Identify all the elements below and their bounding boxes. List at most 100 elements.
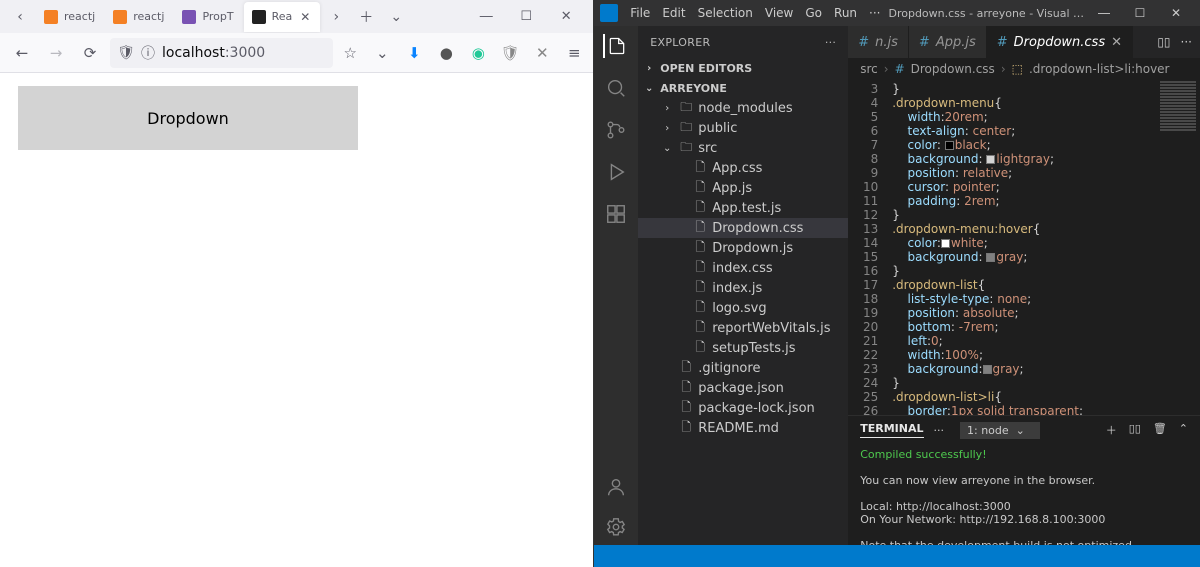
- file-item[interactable]: 🗋Dropdown.js: [638, 238, 848, 258]
- account-icon[interactable]: [604, 475, 628, 499]
- favicon-icon: [44, 10, 58, 24]
- editor-tabs: #n.js#App.js#Dropdown.css✕ ▯▯ ···: [848, 26, 1200, 58]
- terminal-kill-icon[interactable]: 🗑: [1153, 422, 1167, 438]
- ext-icon-3[interactable]: ✕: [531, 42, 553, 64]
- favicon-icon: [113, 10, 127, 24]
- browser-tab[interactable]: Rea✕: [244, 2, 321, 32]
- browser-maximize[interactable]: ☐: [513, 4, 539, 30]
- tree-label: App.test.js: [712, 201, 781, 216]
- project-root[interactable]: ⌄ARREYONE: [638, 78, 848, 98]
- vscode-close[interactable]: ✕: [1158, 0, 1194, 26]
- file-icon: 🗋: [692, 178, 708, 199]
- file-icon: 🗋: [692, 218, 708, 239]
- tree-label: node_modules: [698, 101, 792, 116]
- tab-nav-back[interactable]: ‹: [6, 3, 34, 31]
- pocket-icon[interactable]: ⌄: [371, 42, 393, 64]
- editor-tab[interactable]: #Dropdown.css✕: [987, 26, 1133, 58]
- close-icon[interactable]: ✕: [298, 10, 312, 24]
- tab-all[interactable]: ⌄: [382, 3, 410, 31]
- menu-item[interactable]: File: [624, 6, 656, 20]
- file-item[interactable]: 🗋index.js: [638, 278, 848, 298]
- browser-tab[interactable]: reactj: [36, 2, 103, 32]
- explorer-icon[interactable]: [603, 34, 627, 58]
- address-bar[interactable]: 🛡 ⓘ localhost:3000: [110, 38, 333, 68]
- menu-item[interactable]: Edit: [656, 6, 691, 20]
- panel-maximize-icon[interactable]: ⌃: [1179, 422, 1188, 438]
- browser-tab[interactable]: reactj: [105, 2, 172, 32]
- nav-forward[interactable]: →: [42, 39, 70, 67]
- file-item[interactable]: 🗋setupTests.js: [638, 338, 848, 358]
- browser-minimize[interactable]: ―: [473, 4, 499, 30]
- folder-item[interactable]: ⌄🗀src: [638, 138, 848, 158]
- run-debug-icon[interactable]: [604, 160, 628, 184]
- editor-tab[interactable]: #App.js: [909, 26, 987, 58]
- file-item[interactable]: 🗋 App.js: [638, 178, 848, 198]
- status-bar[interactable]: [594, 545, 1200, 567]
- file-icon: 🗋: [692, 258, 708, 279]
- file-item[interactable]: 🗋App.test.js: [638, 198, 848, 218]
- browser-toolbar: ← → ⟳ 🛡 ⓘ localhost:3000 ☆ ⌄ ⬇ ● ◉ 🛡 ✕ ≡: [0, 33, 593, 73]
- tracker-icon[interactable]: ●: [435, 42, 457, 64]
- file-item[interactable]: 🗋package.json: [638, 378, 848, 398]
- menu-item[interactable]: Go: [799, 6, 828, 20]
- terminal-output[interactable]: Compiled successfully! You can now view …: [848, 444, 1200, 545]
- file-item[interactable]: 🗋 index.css: [638, 258, 848, 278]
- file-item[interactable]: 🗋reportWebVitals.js: [638, 318, 848, 338]
- browser-close[interactable]: ✕: [553, 4, 579, 30]
- minimap[interactable]: [1156, 80, 1200, 415]
- folder-item[interactable]: ›🗀public: [638, 118, 848, 138]
- tree-label: App.js: [712, 181, 752, 196]
- search-icon[interactable]: [604, 76, 628, 100]
- breadcrumb[interactable]: src› #Dropdown.css› ⬚.dropdown-list>li:h…: [848, 58, 1200, 80]
- file-item[interactable]: 🗋 Dropdown.css: [638, 218, 848, 238]
- menu-item[interactable]: ···: [863, 6, 886, 20]
- terminal-dropdown[interactable]: 1: node ⌄: [960, 422, 1040, 439]
- file-item[interactable]: 🗋.gitignore: [638, 358, 848, 378]
- menu-icon[interactable]: ≡: [563, 42, 585, 64]
- menu-item[interactable]: Run: [828, 6, 863, 20]
- folder-item[interactable]: ›🗀node_modules: [638, 98, 848, 118]
- file-item[interactable]: 🗋App.css: [638, 158, 848, 178]
- vscode-minimize[interactable]: ―: [1086, 0, 1122, 26]
- download-icon[interactable]: ⬇: [403, 42, 425, 64]
- tree-label: src: [698, 141, 717, 156]
- file-item[interactable]: 🗋logo.svg: [638, 298, 848, 318]
- tree-label: Dropdown.css: [712, 221, 803, 236]
- split-editor-icon[interactable]: ▯▯: [1157, 35, 1170, 49]
- terminal-split-icon[interactable]: ▯▯: [1129, 422, 1141, 438]
- open-editors-section[interactable]: ›OPEN EDITORS: [638, 58, 848, 78]
- terminal-tab[interactable]: TERMINAL: [860, 422, 923, 438]
- tab-nav-forward[interactable]: ›: [322, 3, 350, 31]
- tree-label: Dropdown.js: [712, 241, 793, 256]
- terminal-new-icon[interactable]: ＋: [1106, 422, 1117, 438]
- tree-label: package.json: [698, 381, 784, 396]
- browser-tab[interactable]: PropT: [174, 2, 241, 32]
- tree-label: package-lock.json: [698, 401, 815, 416]
- file-icon: 🗋: [692, 298, 708, 319]
- menu-item[interactable]: View: [759, 6, 799, 20]
- file-item[interactable]: 🗋package-lock.json: [638, 398, 848, 418]
- dropdown-button[interactable]: Dropdown: [18, 86, 358, 150]
- ext-icon-1[interactable]: ◉: [467, 42, 489, 64]
- file-item[interactable]: 🗋README.md: [638, 418, 848, 438]
- tree-label: public: [698, 121, 737, 136]
- source-control-icon[interactable]: [604, 118, 628, 142]
- panel-more-icon[interactable]: ···: [934, 424, 945, 437]
- nav-reload[interactable]: ⟳: [76, 39, 104, 67]
- editor-tab[interactable]: #n.js: [848, 26, 909, 58]
- nav-back[interactable]: ←: [8, 39, 36, 67]
- tree-label: setupTests.js: [712, 341, 795, 356]
- bookmark-icon[interactable]: ☆: [339, 42, 361, 64]
- vscode-maximize[interactable]: ☐: [1122, 0, 1158, 26]
- code-editor[interactable]: 3456789101112131415161718192021222324252…: [848, 80, 1200, 415]
- close-icon[interactable]: ✕: [1111, 35, 1122, 50]
- menu-item[interactable]: Selection: [692, 6, 759, 20]
- settings-icon[interactable]: [604, 515, 628, 539]
- editor-more-icon[interactable]: ···: [1181, 35, 1192, 49]
- explorer-more-icon[interactable]: ···: [825, 36, 836, 49]
- tree-label: index.css: [712, 261, 772, 276]
- ext-icon-2[interactable]: 🛡: [499, 42, 521, 64]
- tree-label: App.css: [712, 161, 762, 176]
- extensions-icon[interactable]: [604, 202, 628, 226]
- tab-new[interactable]: ＋: [352, 3, 380, 31]
